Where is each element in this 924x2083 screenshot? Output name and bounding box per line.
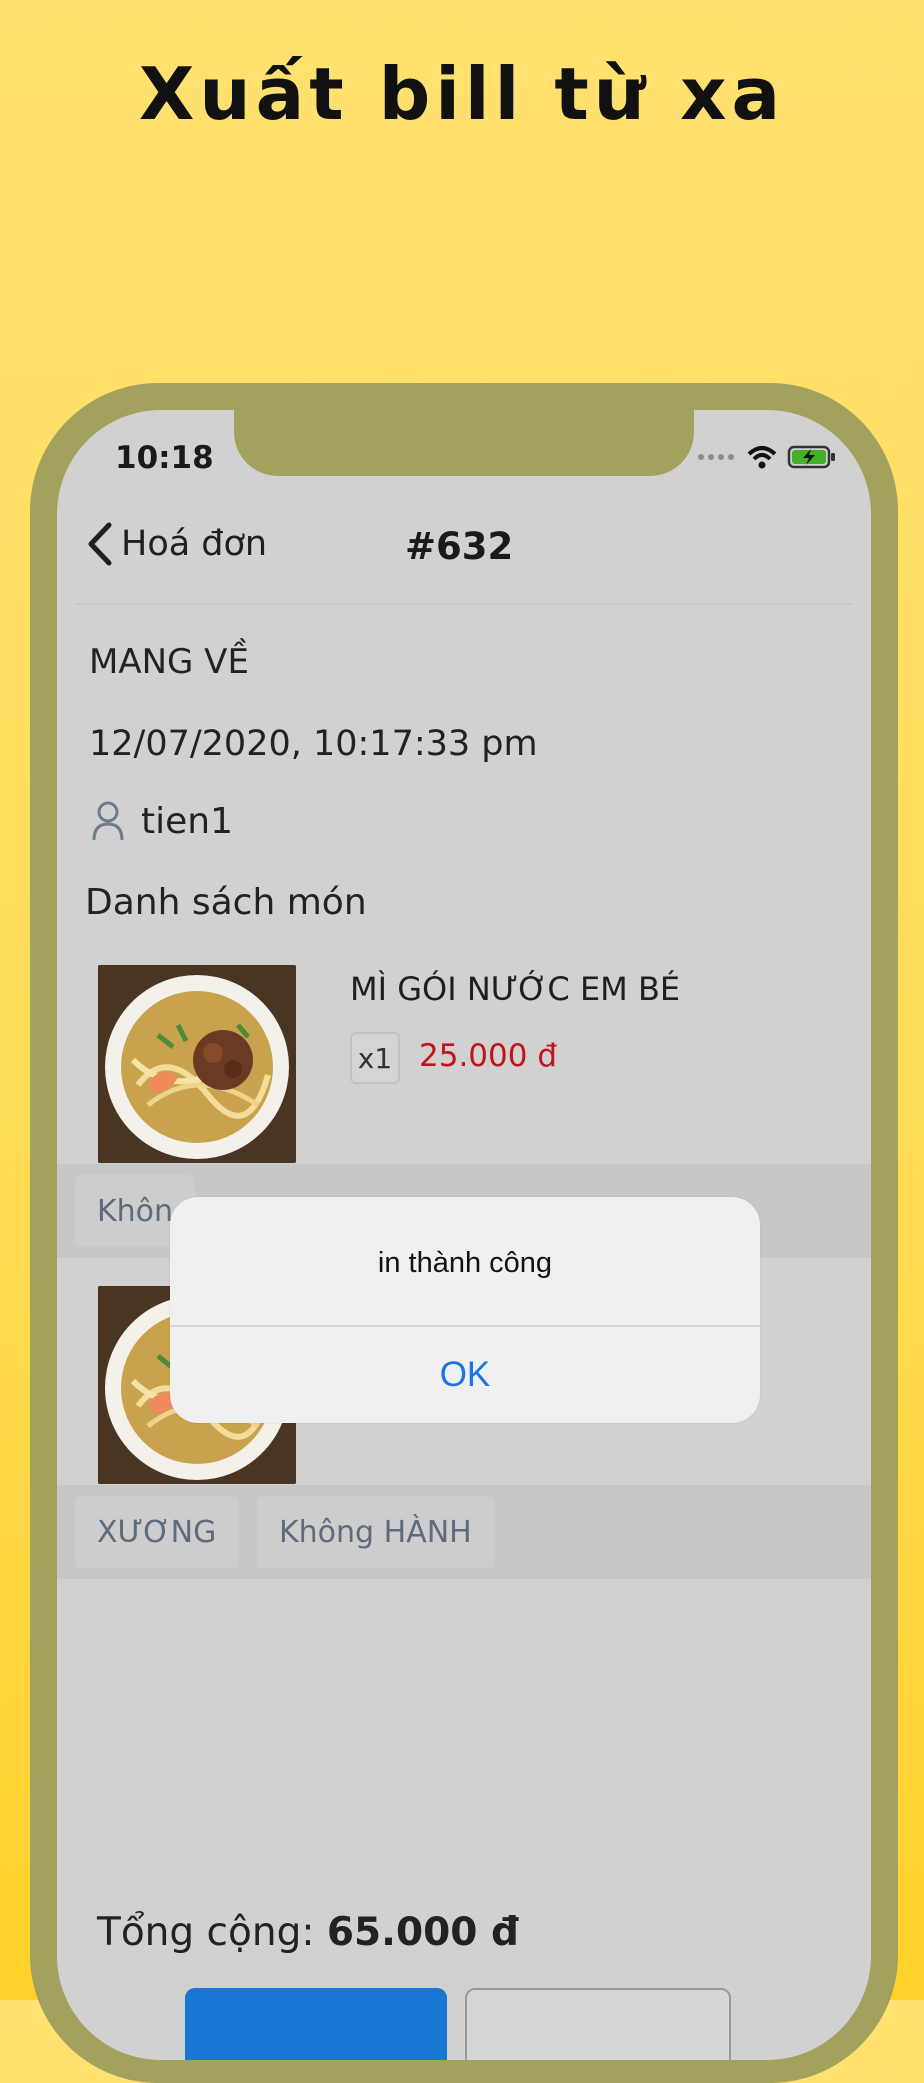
promo-headline: Xuất bill từ xa xyxy=(138,52,786,136)
user-icon xyxy=(92,801,124,841)
order-number: #632 xyxy=(405,525,514,568)
staff-row: tien1 xyxy=(91,800,233,842)
alert-dialog: in thành công OK xyxy=(170,1197,760,1423)
quantity-badge: x1 xyxy=(350,1032,400,1084)
dish-image xyxy=(98,965,296,1163)
dish-options-row: XƯƠNG Không HÀNH xyxy=(57,1485,871,1579)
secondary-action-button[interactable] xyxy=(465,1988,731,2060)
dish-option-tag: XƯƠNG xyxy=(75,1496,239,1568)
navbar: Hoá đơn #632 xyxy=(75,493,853,605)
total-label: Tổng cộng: xyxy=(97,1910,315,1955)
battery-charging-icon xyxy=(787,445,835,469)
order-type: MANG VỀ xyxy=(89,642,249,682)
order-total: Tổng cộng: 65.000 đ xyxy=(97,1910,519,1955)
phone-notch xyxy=(234,410,694,476)
staff-name: tien1 xyxy=(141,800,233,842)
total-value: 65.000 đ xyxy=(326,1910,519,1955)
back-label: Hoá đơn xyxy=(121,524,268,564)
wifi-icon xyxy=(747,446,777,469)
alert-message: in thành công xyxy=(377,1247,553,1279)
print-button[interactable] xyxy=(185,1988,447,2060)
chevron-left-icon xyxy=(88,522,112,566)
status-time: 10:18 xyxy=(115,440,214,476)
status-icons xyxy=(697,444,837,470)
dish-name: MÌ GÓI NƯỚC EM BÉ xyxy=(350,970,681,1008)
alert-ok-button[interactable]: OK xyxy=(170,1327,760,1423)
order-datetime: 12/07/2020, 10:17:33 pm xyxy=(89,724,538,764)
back-button[interactable]: Hoá đơn xyxy=(85,521,267,567)
signal-icon xyxy=(698,454,734,460)
dish-option-tag: Không HÀNH xyxy=(257,1496,494,1568)
dish-price: 25.000 đ xyxy=(419,1038,558,1074)
dish-list-title: Danh sách món xyxy=(85,882,367,923)
